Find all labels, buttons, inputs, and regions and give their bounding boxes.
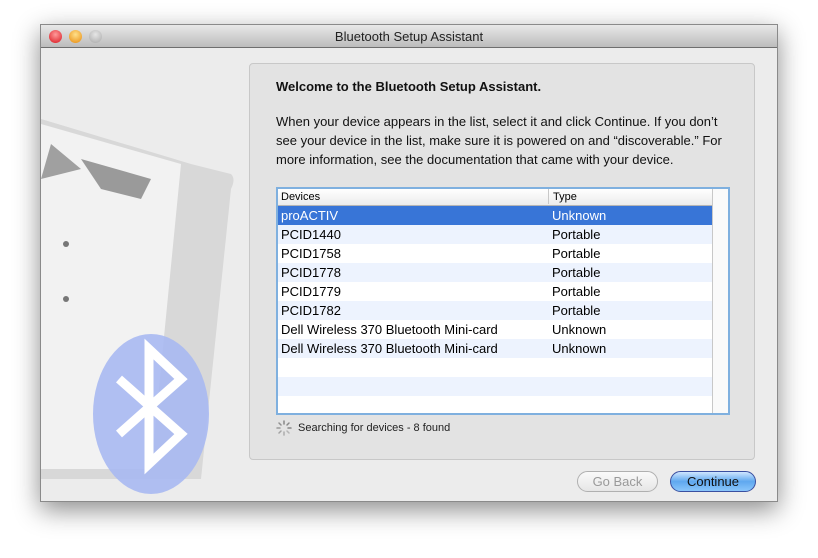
- device-type: Portable: [552, 284, 601, 299]
- welcome-heading: Welcome to the Bluetooth Setup Assistant…: [276, 79, 542, 94]
- column-header-devices[interactable]: Devices: [281, 191, 320, 203]
- table-row[interactable]: Dell Wireless 370 Bluetooth Mini-card Unk…: [278, 339, 712, 358]
- device-name: Dell Wireless 370 Bluetooth Mini-card: [281, 341, 498, 356]
- device-type: Unknown: [552, 208, 607, 223]
- device-name: PCID1440: [281, 227, 341, 242]
- instructions-text: When your device appears in the list, se…: [276, 114, 722, 167]
- window: Bluetooth Setup Assistant Welcome to the…: [40, 24, 778, 502]
- status-text: Searching for devices - 8 found: [298, 422, 451, 434]
- device-type: Portable: [552, 303, 601, 318]
- table-row[interactable]: Dell Wireless 370 Bluetooth Mini-card Unk…: [278, 320, 712, 339]
- table-row[interactable]: proACTIV Unknown: [278, 206, 712, 225]
- empty-row: [278, 396, 712, 415]
- device-type: Unknown: [552, 341, 607, 356]
- device-type: Portable: [552, 246, 601, 261]
- device-type: Unknown: [552, 322, 607, 337]
- spinner-icon: [276, 420, 292, 436]
- device-name: PCID1779: [281, 284, 341, 299]
- column-header-type[interactable]: Type: [548, 189, 577, 204]
- empty-row: [278, 358, 712, 377]
- search-status: Searching for devices - 8 found: [276, 420, 450, 436]
- empty-row: [278, 377, 712, 396]
- device-name: PCID1778: [281, 265, 341, 280]
- zoom-button[interactable]: [89, 30, 102, 43]
- title-bar: Bluetooth Setup Assistant: [41, 25, 777, 48]
- continue-button[interactable]: Continue: [670, 471, 756, 492]
- table-row[interactable]: PCID1779 Portable: [278, 282, 712, 301]
- device-name: PCID1782: [281, 303, 341, 318]
- minimize-button[interactable]: [69, 30, 82, 43]
- device-name: Dell Wireless 370 Bluetooth Mini-card: [281, 322, 498, 337]
- table-row[interactable]: PCID1782 Portable: [278, 301, 712, 320]
- table-header: Devices Type: [278, 189, 728, 206]
- table-row[interactable]: PCID1440 Portable: [278, 225, 712, 244]
- device-name: proACTIV: [281, 208, 339, 223]
- table-row[interactable]: PCID1758 Portable: [278, 244, 712, 263]
- close-button[interactable]: [49, 30, 62, 43]
- go-back-button[interactable]: Go Back: [577, 471, 658, 492]
- device-type: Portable: [552, 265, 601, 280]
- window-title: Bluetooth Setup Assistant: [334, 29, 484, 44]
- devices-table[interactable]: Devices Type proACTIV Unknown PCID1440 Port…: [276, 187, 730, 415]
- bluetooth-tuxedo-illustration: [41, 119, 234, 494]
- table-row[interactable]: PCID1778 Portable: [278, 263, 712, 282]
- device-name: PCID1758: [281, 246, 341, 261]
- device-type: Portable: [552, 227, 601, 242]
- content-panel: Welcome to the Bluetooth Setup Assistant…: [249, 63, 755, 460]
- scrollbar[interactable]: [712, 189, 728, 413]
